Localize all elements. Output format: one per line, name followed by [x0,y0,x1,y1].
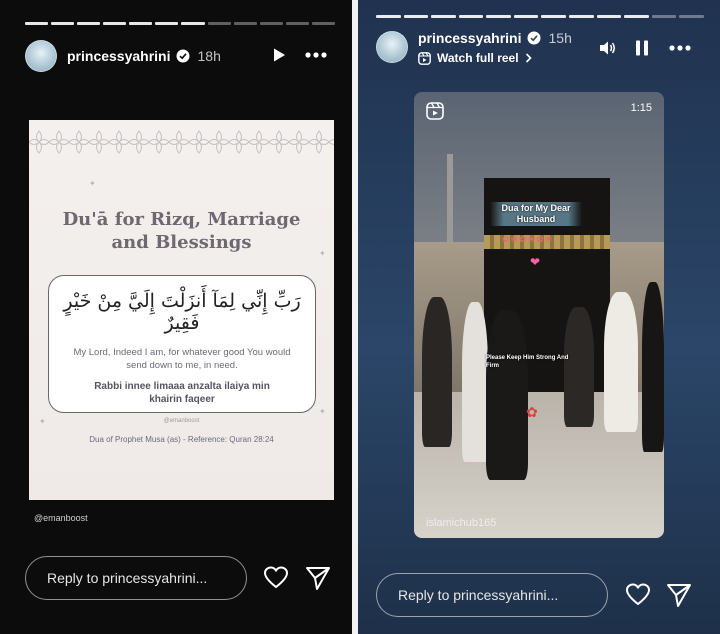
progress-segment [207,22,231,25]
progress-segment [569,15,594,18]
send-icon[interactable] [305,565,331,591]
post-time: 15h [548,30,572,46]
progress-segment [403,15,429,18]
progress-segment [259,22,283,25]
pilgrim [604,292,638,432]
story-progress-bar [376,15,704,18]
card-title-line2: and Blessings [111,232,252,253]
volume-icon [600,41,615,55]
progress-segment [431,15,456,18]
rose-sticker: ✿ [526,404,538,420]
reel-caption-line2: Husband [516,214,556,224]
avatar[interactable] [376,31,408,63]
progress-segment [77,22,101,25]
pilgrim [462,302,488,462]
card-handle: @emanboost [163,418,200,424]
progress-segment [624,15,649,18]
username[interactable]: princessyahrini [418,30,522,46]
progress-segment [458,15,484,18]
arabic-text: رَبِّ إِنِّي لِمَآ أَنزَلْتَ إِلَيَّ مِن… [63,290,301,334]
more-icon [669,45,691,51]
story-left: princessyahrini 18h ✦ ✦ ✦ ✦ Du'ā for Riz… [0,0,352,634]
card-title: Du'ā for Rizq, Marriage and Blessings [29,208,334,254]
card-title-line1: Du'ā for Rizq, Marriage [62,209,301,230]
progress-segment [486,15,511,18]
reel-handle: islamichub165 [426,517,497,529]
progress-segment [311,22,335,25]
reel-preview[interactable]: 1:15 Dua for My Dear Husband ✿❀✿❀✿❀ ❤ Pl… [414,92,664,538]
progress-segment [233,22,257,25]
more-icon [305,52,327,58]
progress-segment [679,15,704,18]
verified-badge-icon [527,31,540,45]
credit-mention[interactable]: @emanboost [34,513,88,523]
flower-decoration: ✿❀✿❀✿❀ [502,234,554,244]
reel-caption-bottom-line1: Please Keep Him Strong And [486,355,569,361]
play-button[interactable] [270,46,288,64]
reel-caption-line1: Dua for My Dear [501,203,571,213]
story-progress-bar [25,22,335,25]
english-line2: send down to me, in need. [126,360,238,371]
pause-icon [636,40,648,56]
translit-line1: Rabbi innee limaaa anzalta ilaiya min [94,381,270,392]
transliteration: Rabbi innee limaaa anzalta ilaiya min kh… [49,380,315,406]
pilgrim [642,282,664,452]
progress-segment [181,22,205,25]
verified-badge-icon [176,49,189,63]
reel-caption-top: Dua for My Dear Husband [490,202,582,226]
translit-line2: khairin faqeer [149,394,215,405]
card-reference: Dua of Prophet Musa (as) - Reference: Qu… [89,435,274,444]
progress-segment [513,15,539,18]
send-icon[interactable] [666,582,692,608]
pilgrim [422,297,452,447]
more-button[interactable] [668,38,692,58]
reel-icon [418,51,431,65]
ornament-border [29,128,334,156]
progress-segment [155,22,179,25]
hearts-sticker: ❤ [530,255,541,269]
progress-segment [25,22,49,25]
more-button[interactable] [304,46,328,64]
reply-placeholder: Reply to princessyahrini... [398,587,559,603]
story-header: princessyahrini 18h [25,40,221,72]
heart-icon[interactable] [625,582,651,608]
play-icon [274,48,285,62]
heart-icon[interactable] [263,565,289,591]
english-translation: My Lord, Indeed I am, for whatever good … [49,346,315,372]
progress-segment [129,22,153,25]
english-line1: My Lord, Indeed I am, for whatever good … [73,347,291,358]
dua-card: ✦ ✦ ✦ ✦ Du'ā for Rizq, Marriage and Bles… [29,120,334,500]
progress-segment [651,15,677,18]
progress-segment [51,22,75,25]
post-time: 18h [197,48,221,64]
decor-dot: ✦ [319,407,326,416]
decor-dot: ✦ [89,179,96,188]
progress-segment [103,22,127,25]
progress-segment [285,22,309,25]
story-right: princessyahrini 15h Watch full reel 1:15… [358,0,720,634]
chevron-right-icon [525,53,532,63]
mute-button[interactable] [598,38,618,58]
reel-caption-bottom: Please Keep Him Strong And Firm [486,354,594,370]
avatar[interactable] [25,40,57,72]
progress-segment [376,15,401,18]
reel-icon [426,102,444,120]
watch-full-reel-label: Watch full reel [437,51,519,65]
dua-box: رَبِّ إِنِّي لِمَآ أَنزَلْتَ إِلَيَّ مِن… [48,275,316,413]
reply-input[interactable]: Reply to princessyahrini... [376,573,608,617]
pilgrim [486,310,528,480]
reply-placeholder: Reply to princessyahrini... [47,570,208,586]
reply-input[interactable]: Reply to princessyahrini... [25,556,247,600]
reel-caption-bottom-line2: Firm [486,363,500,369]
username[interactable]: princessyahrini [67,48,171,64]
progress-segment [541,15,567,18]
reel-duration: 1:15 [630,102,652,114]
progress-segment [596,15,622,18]
watch-full-reel-link[interactable]: Watch full reel [418,51,532,65]
pause-button[interactable] [633,38,651,58]
